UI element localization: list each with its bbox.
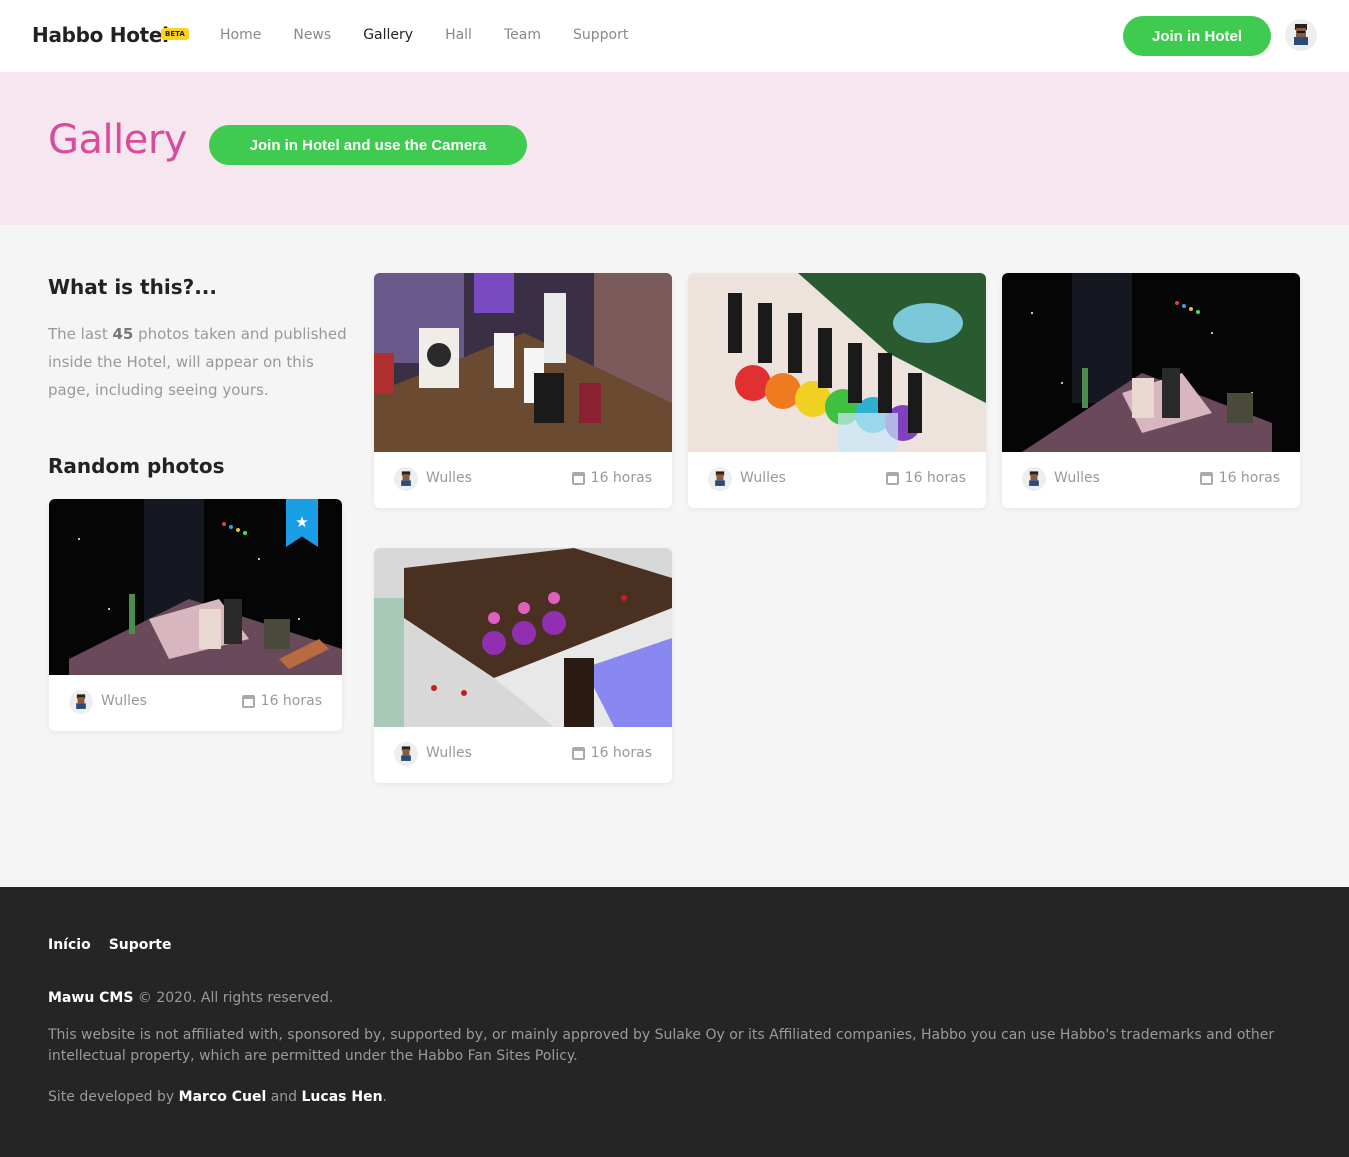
footer-nav: Início Suporte bbox=[48, 937, 171, 953]
author-name[interactable]: Wulles bbox=[1054, 470, 1100, 486]
photo-meta: Wulles 16 horas bbox=[1002, 452, 1300, 508]
join-camera-button[interactable]: Join in Hotel and use the Camera bbox=[209, 125, 527, 165]
habbo-avatar-icon bbox=[401, 471, 411, 486]
habbo-avatar-icon bbox=[715, 471, 725, 486]
gallery-card-3[interactable]: Wulles 16 horas bbox=[1002, 273, 1300, 508]
photo-count: 45 bbox=[112, 325, 134, 343]
photo-meta: Wulles 16 horas bbox=[49, 675, 342, 731]
author-name[interactable]: Wulles bbox=[426, 470, 472, 486]
sidebar-description: The last 45 photos taken and published i… bbox=[48, 325, 347, 399]
habbo-avatar-icon bbox=[76, 694, 86, 709]
photo-image[interactable] bbox=[688, 273, 986, 452]
nav-news[interactable]: News bbox=[293, 27, 331, 43]
calendar-icon bbox=[241, 694, 255, 708]
random-photo-card[interactable]: ★ Wulles 16 horas bbox=[49, 499, 342, 731]
author-name[interactable]: Wulles bbox=[101, 693, 147, 709]
photo-time: 16 horas bbox=[571, 470, 652, 486]
author-avatar[interactable] bbox=[708, 467, 732, 491]
photo-image[interactable]: ★ bbox=[49, 499, 342, 675]
site-footer: Início Suporte Mawu CMS © 2020. All righ… bbox=[0, 887, 1349, 1157]
join-hotel-button[interactable]: Join in Hotel bbox=[1123, 16, 1271, 56]
footer-link-suporte[interactable]: Suporte bbox=[109, 937, 172, 953]
castle-scene-image bbox=[374, 273, 672, 452]
author-avatar[interactable] bbox=[1022, 467, 1046, 491]
nav-gallery[interactable]: Gallery bbox=[363, 27, 413, 43]
gallery-card-2[interactable]: Wulles 16 horas bbox=[688, 273, 986, 508]
photo-time: 16 horas bbox=[1199, 470, 1280, 486]
photo-time: 16 horas bbox=[885, 470, 966, 486]
photo-meta: Wulles 16 horas bbox=[374, 727, 672, 783]
calendar-icon bbox=[571, 746, 585, 760]
beta-badge: BETA bbox=[161, 28, 189, 40]
dev-link-1[interactable]: Marco Cuel bbox=[179, 1089, 267, 1105]
photo-meta: Wulles 16 horas bbox=[374, 452, 672, 508]
author-avatar[interactable] bbox=[69, 690, 93, 714]
calendar-icon bbox=[885, 471, 899, 485]
footer-link-inicio[interactable]: Início bbox=[48, 937, 91, 953]
footer-copyright: Mawu CMS © 2020. All rights reserved. bbox=[48, 990, 334, 1006]
pool-scene-image bbox=[374, 548, 672, 727]
photo-image[interactable] bbox=[1002, 273, 1300, 452]
habbo-avatar-icon bbox=[401, 746, 411, 761]
photo-meta: Wulles 16 horas bbox=[688, 452, 986, 508]
calendar-icon bbox=[1199, 471, 1213, 485]
random-photos-title: Random photos bbox=[48, 454, 225, 478]
rainbow-scene-image bbox=[688, 273, 986, 452]
site-header: Habbo Hotel BETA Home News Gallery Hall … bbox=[0, 0, 1349, 72]
photo-image[interactable] bbox=[374, 548, 672, 727]
footer-disclaimer: This website is not affiliated with, spo… bbox=[48, 1027, 1275, 1064]
nav-home[interactable]: Home bbox=[220, 27, 261, 43]
footer-credits: Site developed by Marco Cuel and Lucas H… bbox=[48, 1089, 387, 1105]
nav-hall[interactable]: Hall bbox=[445, 27, 472, 43]
nav-support[interactable]: Support bbox=[573, 27, 628, 43]
author-name[interactable]: Wulles bbox=[426, 745, 472, 761]
photo-time: 16 horas bbox=[241, 693, 322, 709]
calendar-icon bbox=[571, 471, 585, 485]
gallery-card-1[interactable]: Wulles 16 horas bbox=[374, 273, 672, 508]
page-title: Gallery bbox=[48, 117, 187, 163]
user-avatar[interactable] bbox=[1285, 19, 1317, 51]
habbo-avatar-icon bbox=[1294, 24, 1308, 45]
photo-image[interactable] bbox=[374, 273, 672, 452]
photo-time: 16 horas bbox=[571, 745, 652, 761]
hero-banner: Gallery Join in Hotel and use the Camera bbox=[0, 72, 1349, 225]
author-name[interactable]: Wulles bbox=[740, 470, 786, 486]
habbo-avatar-icon bbox=[1029, 471, 1039, 486]
main-nav: Home News Gallery Hall Team Support bbox=[220, 27, 628, 43]
author-avatar[interactable] bbox=[394, 467, 418, 491]
site-logo[interactable]: Habbo Hotel bbox=[32, 23, 169, 47]
author-avatar[interactable] bbox=[394, 742, 418, 766]
space-scene-image bbox=[1002, 273, 1300, 452]
gallery-card-4[interactable]: Wulles 16 horas bbox=[374, 548, 672, 783]
nav-team[interactable]: Team bbox=[504, 27, 541, 43]
sidebar-title: What is this?... bbox=[48, 275, 217, 299]
dev-link-2[interactable]: Lucas Hen bbox=[302, 1089, 383, 1105]
